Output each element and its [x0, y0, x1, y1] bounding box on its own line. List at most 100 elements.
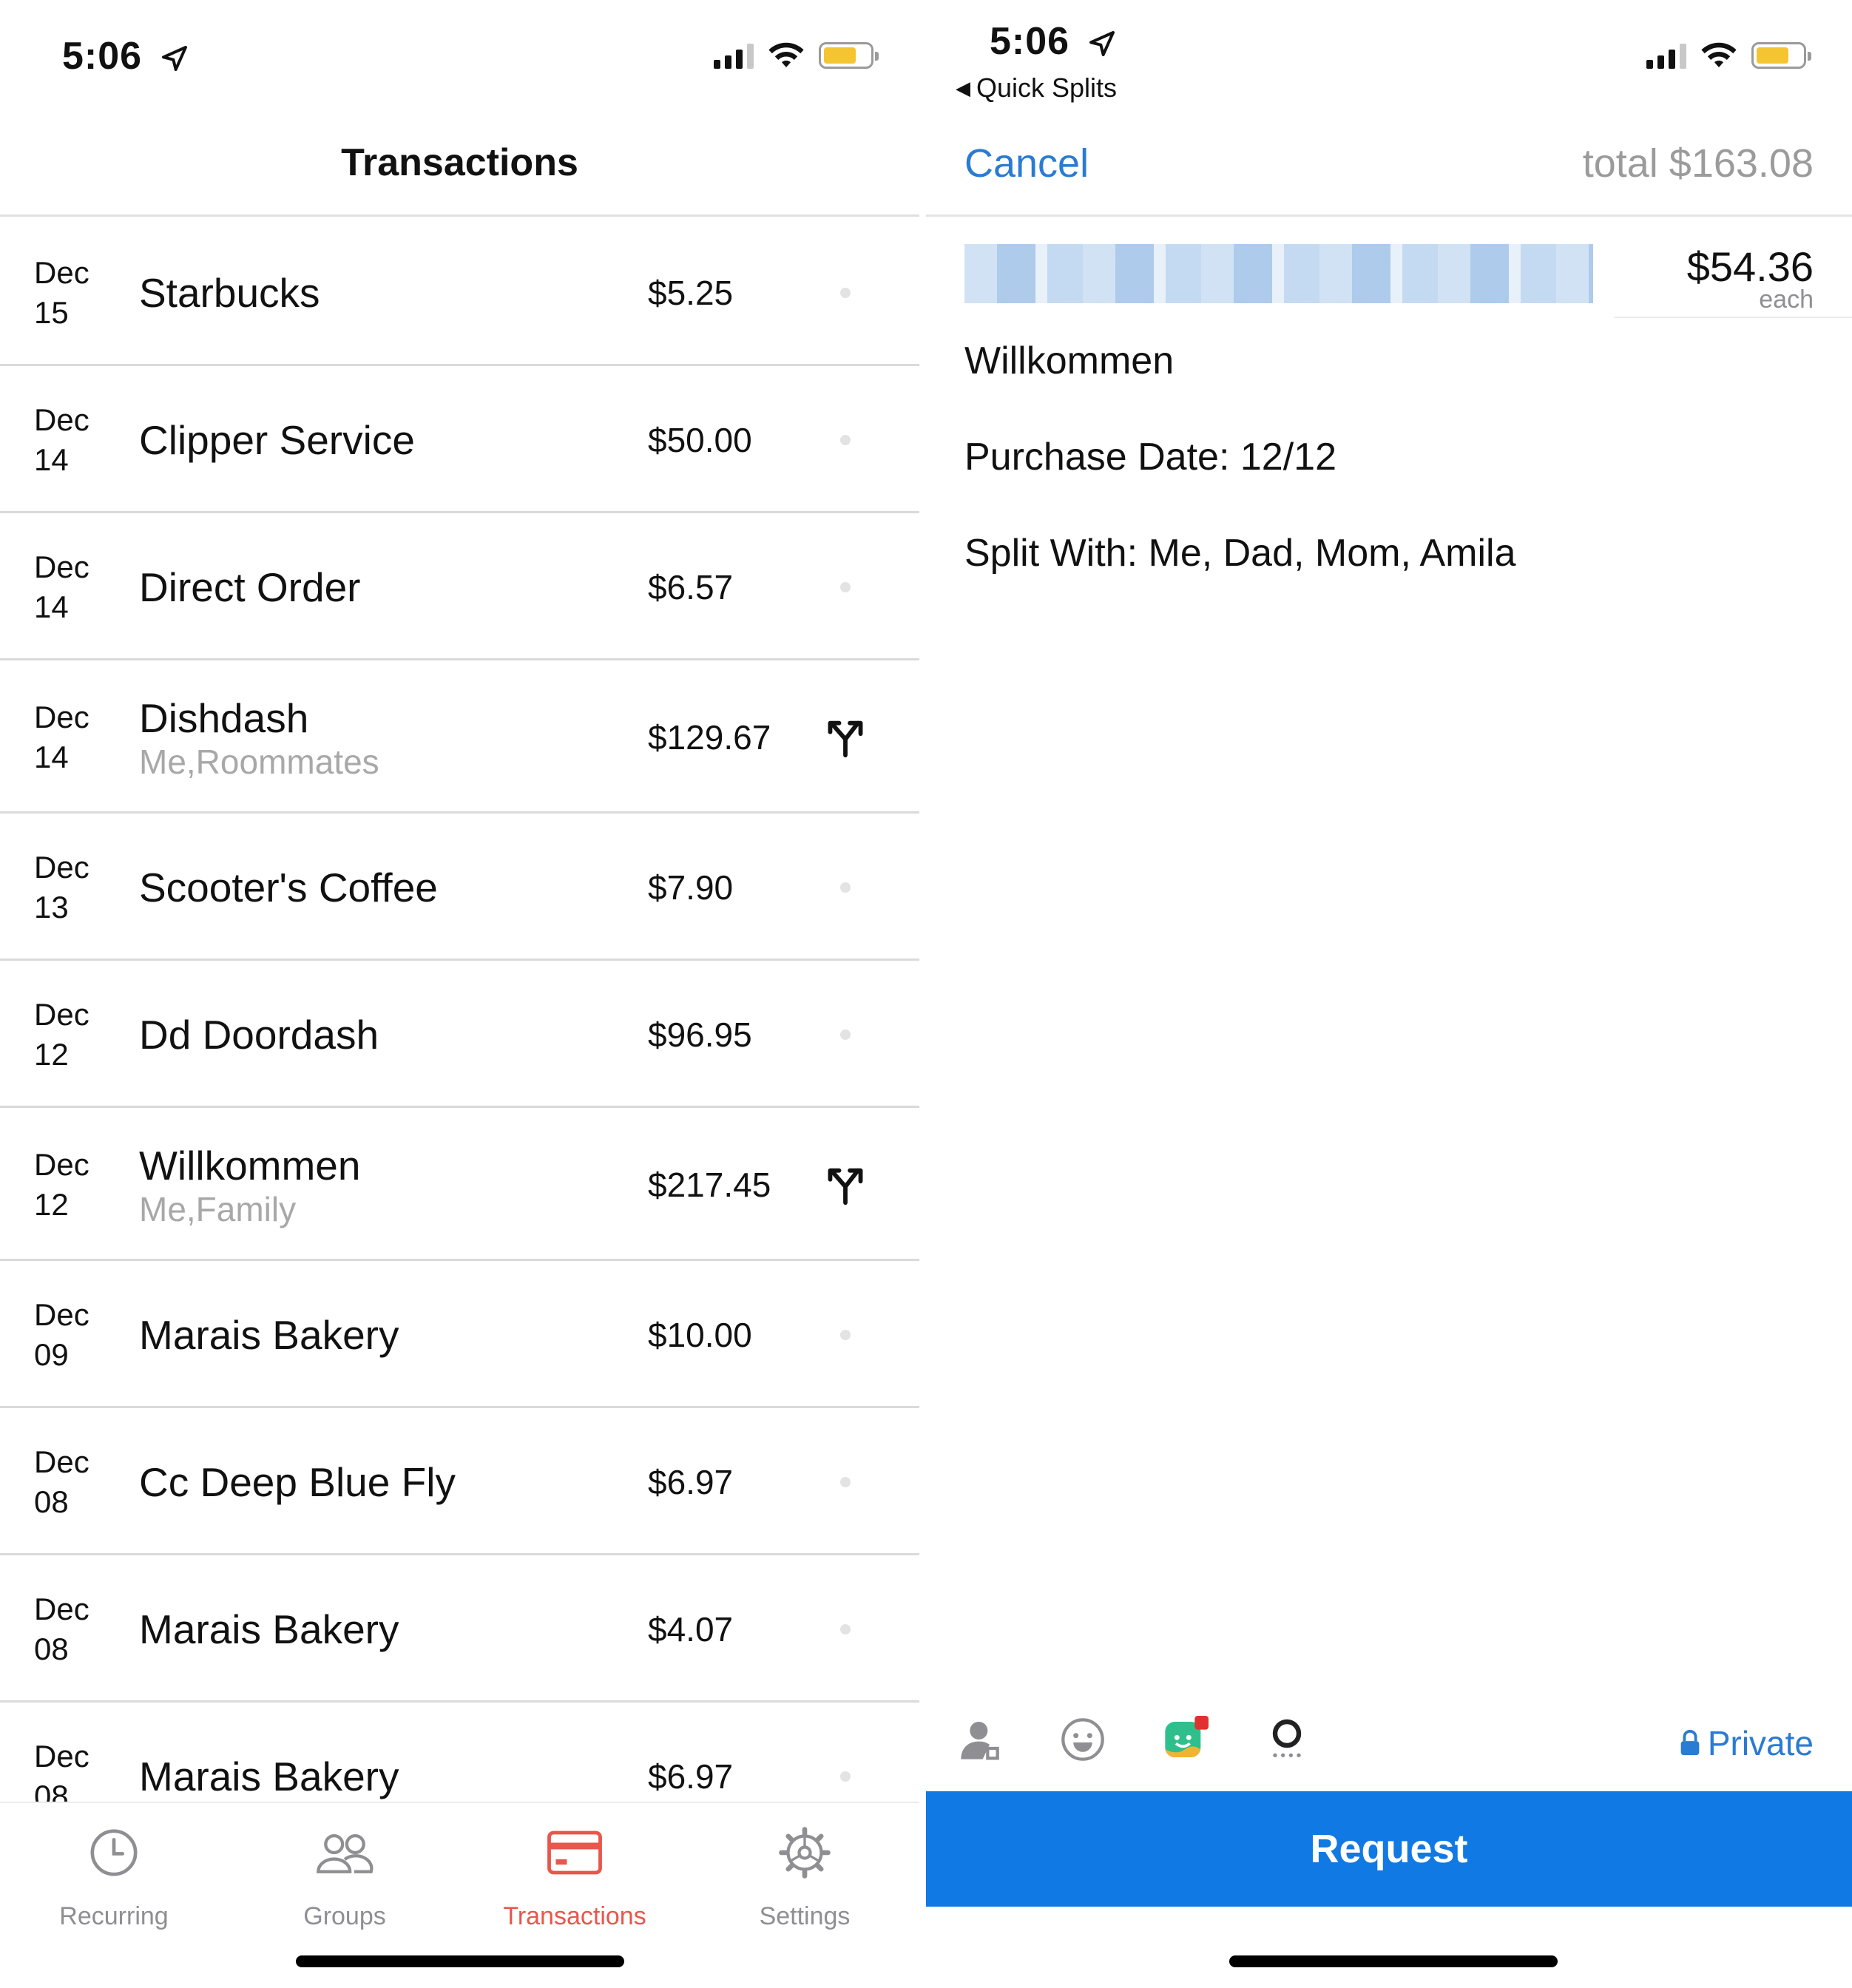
memo-purchase-date[interactable]: Purchase Date: 12/12: [964, 435, 1336, 479]
memo-split-with[interactable]: Split With: Me, Dad, Mom, Amila: [964, 531, 1516, 575]
transaction-month: Dec: [34, 1738, 89, 1774]
transaction-day: 12: [34, 1036, 69, 1072]
wifi-icon: [1701, 42, 1737, 67]
transaction-date: Dec 14: [34, 547, 89, 627]
recipients-field-redacted[interactable]: [964, 244, 1593, 303]
total-amount: total $163.08: [1582, 141, 1814, 186]
transaction-date: Dec 12: [34, 1145, 89, 1225]
transaction-row[interactable]: Dec 14 Clipper Service $50.00: [0, 366, 919, 513]
transaction-date: Dec 14: [34, 400, 89, 480]
transaction-date: Dec 08: [34, 1737, 89, 1802]
transaction-day: 08: [34, 1484, 69, 1519]
transaction-name: Dishdash: [139, 694, 309, 741]
back-triangle-icon: ◀: [956, 77, 970, 99]
transaction-date: Dec 08: [34, 1589, 89, 1669]
transaction-name: Clipper Service: [139, 416, 415, 463]
transaction-amount: $10.00: [648, 1315, 752, 1354]
transaction-row[interactable]: Dec 09 Marais Bakery $10.00: [0, 1261, 919, 1408]
emoji-icon[interactable]: [1059, 1716, 1106, 1763]
memo-title[interactable]: Willkommen: [964, 339, 1174, 383]
transaction-split-members: Me,Family: [139, 1189, 297, 1228]
wifi-icon: [768, 42, 804, 67]
cancel-button[interactable]: Cancel: [964, 141, 1089, 186]
transaction-month: Dec: [34, 1146, 89, 1182]
transaction-row[interactable]: Dec 08 Marais Bakery $6.97: [0, 1703, 919, 1802]
transaction-month: Dec: [34, 1591, 89, 1626]
transaction-name: Dd Doordash: [139, 1011, 379, 1058]
transaction-date: Dec 09: [34, 1295, 89, 1375]
signal-icon: [1646, 42, 1686, 69]
per-person-amount: $54.36: [1686, 243, 1814, 290]
transaction-amount: $6.57: [648, 567, 734, 606]
unsplit-indicator-dot[interactable]: [840, 434, 851, 445]
transaction-name: Willkommen: [139, 1142, 361, 1189]
per-person-label: each: [1759, 285, 1814, 314]
unsplit-indicator-dot[interactable]: [840, 1329, 851, 1340]
transaction-row[interactable]: Dec 08 Marais Bakery $4.07: [0, 1555, 919, 1703]
more-apps-icon[interactable]: [1263, 1716, 1311, 1763]
gear-icon: [779, 1827, 831, 1879]
transactions-screen: 5:06 Transactions Dec 15 Starbucks $5.25 Dec…: [0, 0, 919, 1988]
transaction-month: Dec: [34, 549, 89, 584]
unsplit-indicator-dot[interactable]: [840, 1771, 851, 1782]
transaction-name: Direct Order: [139, 564, 361, 610]
header-divider: [926, 214, 1852, 217]
transaction-row[interactable]: Dec 12 Willkommen Me,Family $217.45: [0, 1108, 919, 1261]
unsplit-indicator-dot[interactable]: [840, 287, 851, 298]
transaction-day: 13: [34, 889, 69, 924]
request-button[interactable]: Request: [926, 1791, 1852, 1907]
privacy-label: Private: [1707, 1724, 1814, 1762]
tab-label-recurring: Recurring: [59, 1902, 169, 1930]
home-indicator: [1229, 1955, 1558, 1967]
split-icon[interactable]: [824, 715, 867, 760]
transaction-amount: $6.97: [648, 1462, 734, 1501]
sticker-icon[interactable]: [1161, 1716, 1209, 1763]
unsplit-indicator-dot[interactable]: [840, 1623, 851, 1634]
transaction-row[interactable]: Dec 12 Dd Doordash $96.95: [0, 961, 919, 1108]
back-to-app-link[interactable]: ◀ Quick Splits: [956, 72, 1117, 104]
tab-groups[interactable]: Groups: [241, 1819, 448, 1931]
transaction-month: Dec: [34, 1296, 89, 1332]
request-screen: 5:06 ◀ Quick Splits Cancel total $163.08 …: [926, 0, 1852, 1988]
back-to-app-label: Quick Splits: [976, 72, 1118, 103]
privacy-selector[interactable]: Private: [1678, 1723, 1814, 1763]
transaction-month: Dec: [34, 996, 89, 1032]
clock-icon: [90, 1829, 138, 1876]
unsplit-indicator-dot[interactable]: [840, 581, 851, 592]
status-time: 5:06: [990, 20, 1070, 63]
transaction-amount: $5.25: [648, 273, 734, 312]
transaction-amount: $7.90: [648, 868, 734, 907]
contact-icon[interactable]: [957, 1716, 1004, 1763]
tab-recurring[interactable]: Recurring: [10, 1819, 217, 1931]
transaction-date: Dec 08: [34, 1442, 89, 1522]
transaction-list[interactable]: Dec 15 Starbucks $5.25 Dec 14 Clipper Service $…: [0, 219, 919, 1802]
transaction-row[interactable]: Dec 13 Scooter's Coffee $7.90: [0, 814, 919, 961]
transaction-amount: $129.67: [648, 717, 771, 757]
composer-toolbar: Private: [926, 1701, 1852, 1782]
transaction-name: Starbucks: [139, 269, 320, 316]
transaction-row[interactable]: Dec 15 Starbucks $5.25: [0, 219, 919, 366]
split-icon[interactable]: [824, 1163, 867, 1207]
transaction-amount: $50.00: [648, 420, 752, 459]
transaction-date: Dec 15: [34, 253, 89, 333]
transaction-month: Dec: [34, 849, 89, 885]
transaction-split-members: Me,Roommates: [139, 742, 379, 781]
transaction-day: 14: [34, 442, 69, 477]
transaction-date: Dec 14: [34, 697, 89, 777]
amount-divider: [1614, 317, 1852, 318]
lock-icon: [1680, 1729, 1700, 1756]
unsplit-indicator-dot[interactable]: [840, 882, 851, 893]
transaction-row[interactable]: Dec 14 Dishdash Me,Roommates $129.67: [0, 660, 919, 814]
unsplit-indicator-dot[interactable]: [840, 1029, 851, 1040]
unsplit-indicator-dot[interactable]: [840, 1476, 851, 1487]
transaction-row[interactable]: Dec 08 Cc Deep Blue Fly $6.97: [0, 1408, 919, 1555]
page-title: Transactions: [341, 141, 578, 184]
transaction-name: Scooter's Coffee: [139, 864, 438, 910]
tab-settings[interactable]: Settings: [701, 1819, 908, 1931]
tab-transactions[interactable]: Transactions: [471, 1819, 678, 1931]
transaction-amount: $4.07: [648, 1609, 734, 1649]
transaction-name: Marais Bakery: [139, 1606, 399, 1652]
transaction-row[interactable]: Dec 14 Direct Order $6.57: [0, 513, 919, 660]
location-arrow-icon: [1089, 31, 1115, 57]
battery-icon: [819, 42, 879, 69]
